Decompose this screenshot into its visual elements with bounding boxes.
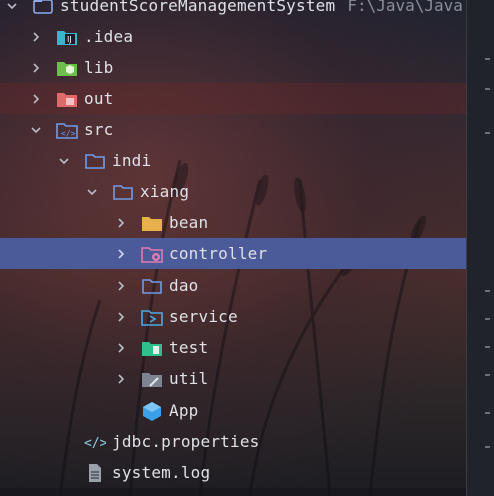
tree-item-out[interactable]: out	[28, 83, 114, 114]
source-folder-icon: </>	[56, 120, 78, 140]
tree-item-label: bean	[169, 213, 209, 232]
gutter-marker	[485, 346, 490, 348]
chevron-down-icon[interactable]	[4, 0, 20, 14]
chevron-right-icon[interactable]	[113, 340, 129, 356]
editor-gutter	[466, 0, 494, 496]
package-icon	[84, 151, 106, 171]
tree-item-label: system.log	[112, 463, 211, 482]
library-folder-icon	[56, 58, 78, 78]
tree-item-idea[interactable]: IJ .idea	[28, 21, 133, 52]
tree-item-label: indi	[112, 151, 152, 170]
root-project-label: studentScoreManagementSystem	[60, 0, 336, 15]
svg-text:IJ: IJ	[67, 35, 72, 44]
tree-item-label: util	[169, 369, 209, 388]
tree-item-label: xiang	[140, 182, 190, 201]
gutter-marker	[485, 412, 490, 414]
tree-item-label: App	[169, 401, 199, 420]
cube-icon	[141, 401, 163, 421]
gutter-marker	[485, 88, 490, 90]
folder-icon	[141, 213, 163, 233]
tree-item-system-log[interactable]: system.log	[84, 457, 210, 488]
tree-item-label: dao	[169, 276, 199, 295]
root-path-label: F:\Java\Java	[347, 0, 463, 15]
chevron-down-icon[interactable]	[28, 122, 44, 138]
tree-item-label: .idea	[84, 27, 134, 46]
tree-item-label: lib	[84, 58, 114, 77]
tree-item-xiang[interactable]: xiang	[84, 176, 189, 207]
chevron-right-icon[interactable]	[113, 246, 129, 262]
tree-item-label: test	[169, 338, 209, 357]
gutter-marker	[485, 374, 490, 376]
project-tree: studentScoreManagementSystem F:\Java\Jav…	[0, 0, 466, 496]
tree-item-label: jdbc.properties	[112, 432, 260, 451]
tree-item-util[interactable]: util	[113, 363, 208, 394]
test-folder-icon	[141, 338, 163, 358]
gutter-marker	[485, 290, 490, 292]
tree-item-jdbc-properties[interactable]: </> jdbc.properties	[84, 426, 260, 457]
module-folder-icon	[32, 0, 54, 16]
util-folder-icon	[141, 369, 163, 389]
tree-item-lib[interactable]: lib	[28, 52, 114, 83]
idea-folder-icon: IJ	[56, 27, 78, 47]
chevron-right-icon[interactable]	[113, 278, 129, 294]
gutter-marker	[485, 58, 490, 60]
next-row-partial	[0, 488, 466, 496]
chevron-right-icon[interactable]	[28, 29, 44, 45]
gear-folder-icon	[141, 244, 163, 264]
gutter-marker	[485, 446, 490, 448]
gutter-marker	[485, 318, 490, 320]
chevron-right-icon[interactable]	[113, 309, 129, 325]
tree-item-indi[interactable]: indi	[56, 145, 151, 176]
chevron-right-icon[interactable]	[113, 215, 129, 231]
properties-file-icon: </>	[84, 432, 106, 452]
tree-item-label: service	[169, 307, 238, 326]
tree-item-dao[interactable]: dao	[113, 270, 199, 301]
tree-item-label: out	[84, 89, 114, 108]
chevron-right-icon[interactable]	[113, 371, 129, 387]
tree-item-test[interactable]: test	[113, 332, 208, 363]
tree-row-root[interactable]: studentScoreManagementSystem F:\Java\Jav…	[4, 0, 463, 21]
tree-item-service[interactable]: service	[113, 301, 238, 332]
tree-item-label: controller	[169, 244, 268, 263]
package-icon	[112, 182, 134, 202]
service-folder-icon	[141, 307, 163, 327]
output-folder-icon	[56, 89, 78, 109]
chevron-right-icon[interactable]	[28, 60, 44, 76]
tree-item-controller[interactable]: controller	[113, 238, 267, 269]
tree-item-bean[interactable]: bean	[113, 207, 208, 238]
tree-item-src[interactable]: </> src	[28, 114, 114, 145]
chevron-down-icon[interactable]	[84, 184, 100, 200]
package-icon	[141, 276, 163, 296]
svg-text:</>: </>	[84, 436, 106, 451]
text-file-icon	[84, 463, 106, 483]
gutter-marker	[485, 132, 490, 134]
svg-text:</>: </>	[61, 129, 76, 138]
tree-item-app[interactable]: App	[141, 395, 199, 426]
chevron-down-icon[interactable]	[56, 153, 72, 169]
tree-item-label: src	[84, 120, 114, 139]
chevron-right-icon[interactable]	[28, 91, 44, 107]
